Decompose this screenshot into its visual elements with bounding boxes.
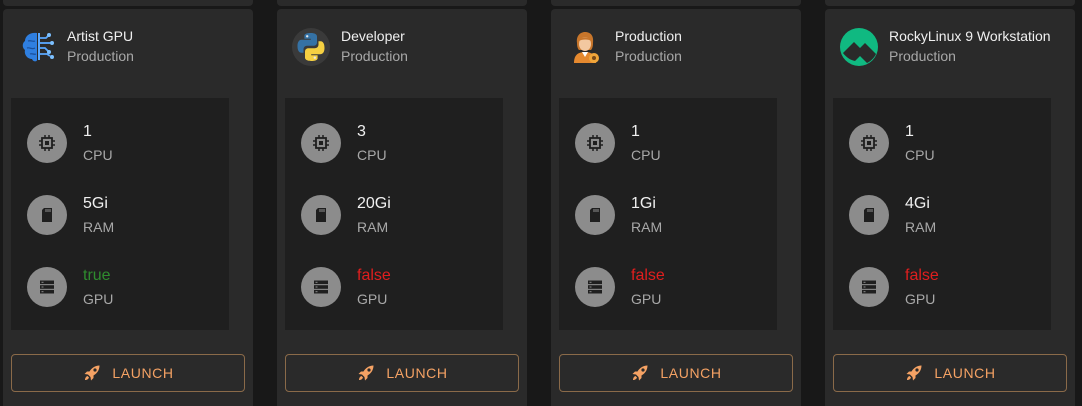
cpu-label: CPU bbox=[83, 147, 113, 163]
launch-button[interactable]: LAUNCH bbox=[559, 354, 793, 392]
workstation-name: Artist GPU bbox=[67, 28, 134, 44]
spec-panel: 1 CPU 5Gi RAM true GPU bbox=[11, 98, 229, 330]
gpu-value: true bbox=[83, 267, 111, 284]
workstation-grid: Artist GPU Production 1 CPU 5Gi RAM true… bbox=[0, 0, 1082, 406]
cpu-value: 3 bbox=[357, 123, 366, 140]
cpu-chip-icon bbox=[849, 123, 889, 163]
spec-gpu: true GPU bbox=[27, 264, 227, 308]
workstation-environment: Production bbox=[67, 48, 134, 64]
spec-gpu: false GPU bbox=[301, 264, 501, 308]
workstation-environment: Production bbox=[615, 48, 682, 64]
production-user-icon bbox=[565, 27, 605, 67]
ram-value: 20Gi bbox=[357, 195, 391, 212]
gpu-label: GPU bbox=[905, 291, 936, 307]
ram-label: RAM bbox=[905, 219, 937, 235]
launch-label: LAUNCH bbox=[934, 365, 996, 381]
cpu-chip-icon bbox=[27, 123, 67, 163]
gpu-value: false bbox=[905, 267, 939, 284]
launch-button[interactable]: LAUNCH bbox=[11, 354, 245, 392]
card-header: RockyLinux 9 Workstation Production bbox=[825, 9, 1075, 79]
launch-button[interactable]: LAUNCH bbox=[285, 354, 519, 392]
spec-panel: 1 CPU 4Gi RAM false GPU bbox=[833, 98, 1051, 330]
spec-gpu: false GPU bbox=[575, 264, 775, 308]
workstation-name: RockyLinux 9 Workstation bbox=[889, 28, 1051, 44]
cpu-value: 1 bbox=[631, 123, 640, 140]
spec-cpu: 1 CPU bbox=[575, 120, 775, 164]
workstation-environment: Production bbox=[889, 48, 956, 64]
cpu-chip-icon bbox=[575, 123, 615, 163]
spec-ram: 20Gi RAM bbox=[301, 192, 501, 236]
memory-card-icon bbox=[575, 195, 615, 235]
ram-value: 1Gi bbox=[631, 195, 656, 212]
memory-card-icon bbox=[301, 195, 341, 235]
workstation-card-rockylinux: RockyLinux 9 Workstation Production 1 CP… bbox=[825, 0, 1075, 406]
gpu-storage-icon bbox=[301, 267, 341, 307]
ram-value: 5Gi bbox=[83, 195, 108, 212]
spec-cpu: 1 CPU bbox=[27, 120, 227, 164]
spec-ram: 5Gi RAM bbox=[27, 192, 227, 236]
card-header: Developer Production bbox=[277, 9, 527, 79]
gpu-value: false bbox=[631, 267, 665, 284]
gpu-label: GPU bbox=[631, 291, 662, 307]
rocket-icon bbox=[906, 365, 922, 381]
card-header: Artist GPU Production bbox=[3, 9, 253, 79]
gpu-storage-icon bbox=[849, 267, 889, 307]
launch-label: LAUNCH bbox=[660, 365, 722, 381]
spec-gpu: false GPU bbox=[849, 264, 1049, 308]
spec-ram: 1Gi RAM bbox=[575, 192, 775, 236]
ram-label: RAM bbox=[83, 219, 115, 235]
gpu-label: GPU bbox=[83, 291, 114, 307]
launch-label: LAUNCH bbox=[386, 365, 448, 381]
python-logo-icon bbox=[291, 27, 331, 67]
spec-panel: 3 CPU 20Gi RAM false GPU bbox=[285, 98, 503, 330]
spec-ram: 4Gi RAM bbox=[849, 192, 1049, 236]
gpu-storage-icon bbox=[575, 267, 615, 307]
rocket-icon bbox=[358, 365, 374, 381]
ram-label: RAM bbox=[631, 219, 663, 235]
workstation-name: Production bbox=[615, 28, 682, 44]
ram-value: 4Gi bbox=[905, 195, 930, 212]
rocket-icon bbox=[632, 365, 648, 381]
workstation-environment: Production bbox=[341, 48, 408, 64]
gpu-storage-icon bbox=[27, 267, 67, 307]
spec-cpu: 1 CPU bbox=[849, 120, 1049, 164]
spec-panel: 1 CPU 1Gi RAM false GPU bbox=[559, 98, 777, 330]
rocky-linux-logo-icon bbox=[839, 27, 879, 67]
cpu-value: 1 bbox=[905, 123, 914, 140]
cpu-chip-icon bbox=[301, 123, 341, 163]
workstation-card-production: Production Production 1 CPU 1Gi RAM fals… bbox=[551, 0, 801, 406]
spec-cpu: 3 CPU bbox=[301, 120, 501, 164]
gpu-value: false bbox=[357, 267, 391, 284]
ram-label: RAM bbox=[357, 219, 389, 235]
cpu-label: CPU bbox=[631, 147, 661, 163]
rocket-icon bbox=[84, 365, 100, 381]
memory-card-icon bbox=[27, 195, 67, 235]
workstation-card-artist-gpu: Artist GPU Production 1 CPU 5Gi RAM true… bbox=[3, 0, 253, 406]
workstation-card-developer: Developer Production 3 CPU 20Gi RAM fals… bbox=[277, 0, 527, 406]
memory-card-icon bbox=[849, 195, 889, 235]
card-header: Production Production bbox=[551, 9, 801, 79]
gpu-label: GPU bbox=[357, 291, 388, 307]
cpu-value: 1 bbox=[83, 123, 92, 140]
launch-label: LAUNCH bbox=[112, 365, 174, 381]
launch-button[interactable]: LAUNCH bbox=[833, 354, 1067, 392]
workstation-name: Developer bbox=[341, 28, 405, 44]
cpu-label: CPU bbox=[357, 147, 387, 163]
brain-circuit-icon bbox=[17, 27, 57, 67]
cpu-label: CPU bbox=[905, 147, 935, 163]
